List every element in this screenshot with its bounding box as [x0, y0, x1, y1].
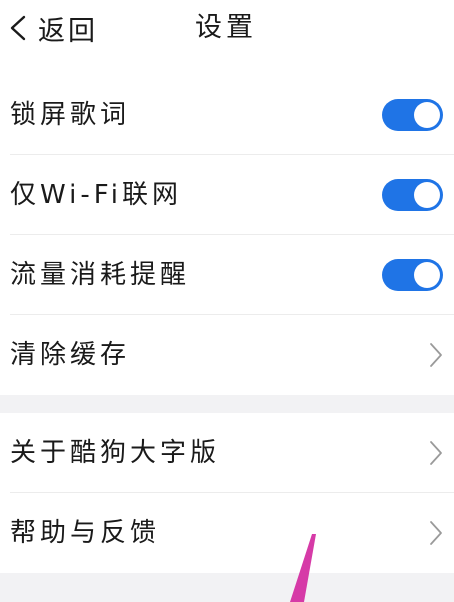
- section-gap: [0, 395, 454, 413]
- lock-screen-lyrics-toggle[interactable]: [382, 99, 443, 131]
- setting-row-about-app[interactable]: 关于酷狗大字版: [0, 413, 454, 493]
- chevron-right-icon: [430, 441, 442, 465]
- page-title: 设置: [195, 12, 257, 43]
- chevron-right-icon: [430, 343, 442, 367]
- setting-label-help-feedback: 帮助与反馈: [10, 518, 161, 548]
- data-usage-reminder-toggle[interactable]: [382, 259, 443, 291]
- setting-label-clear-cache: 清除缓存: [10, 340, 131, 370]
- toggle-knob: [414, 182, 440, 208]
- setting-label-lock-screen-lyrics: 锁屏歌词: [10, 100, 131, 130]
- top-bar: 返回 设置: [0, 0, 454, 60]
- setting-label-wifi-only: 仅Wi-Fi联网: [10, 180, 183, 210]
- setting-row-clear-cache[interactable]: 清除缓存: [0, 315, 454, 395]
- wifi-only-toggle[interactable]: [382, 179, 443, 211]
- bottom-gap: [0, 573, 454, 602]
- toggle-knob: [414, 102, 440, 128]
- setting-row-help-feedback[interactable]: 帮助与反馈: [0, 493, 454, 573]
- setting-row-lock-screen-lyrics: 锁屏歌词: [0, 75, 454, 155]
- setting-row-data-usage-reminder: 流量消耗提醒: [0, 235, 454, 315]
- setting-label-data-usage-reminder: 流量消耗提醒: [10, 260, 191, 290]
- setting-row-wifi-only: 仅Wi-Fi联网: [0, 155, 454, 235]
- setting-label-about-app: 关于酷狗大字版: [10, 438, 221, 468]
- chevron-right-icon: [430, 521, 442, 545]
- back-chevron-icon: [10, 15, 26, 41]
- back-label: 返回: [38, 15, 98, 47]
- toggle-knob: [414, 262, 440, 288]
- back-button[interactable]: 返回: [8, 6, 98, 50]
- annotation-arrow: [290, 534, 316, 602]
